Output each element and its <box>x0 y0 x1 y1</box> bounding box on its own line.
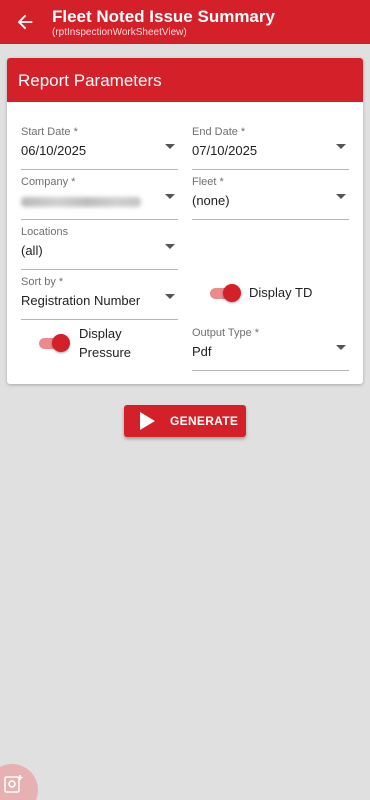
start-date-value: 06/10/2025 <box>21 143 87 158</box>
display-pressure-label-line1: Display <box>79 326 122 341</box>
company-select[interactable]: Company * <box>21 176 178 220</box>
card-header: Report Parameters <box>7 58 363 102</box>
display-pressure-toggle[interactable] <box>39 333 71 353</box>
end-date-label: End Date * <box>192 126 246 138</box>
sort-by-value: Registration Number <box>21 293 141 308</box>
output-type-value: Pdf <box>192 344 212 359</box>
sort-by-select[interactable]: Sort by * Registration Number <box>21 276 178 320</box>
toggle-knob <box>52 334 70 352</box>
caret-down-icon <box>165 144 175 149</box>
display-td-toggle[interactable] <box>210 283 242 303</box>
caret-down-icon <box>165 294 175 299</box>
fleet-value: (none) <box>192 193 230 208</box>
caret-down-icon <box>165 244 175 249</box>
card-title: Report Parameters <box>18 71 162 90</box>
company-value-redacted <box>21 197 141 207</box>
start-date-label: Start Date * <box>21 126 78 138</box>
caret-down-icon <box>165 194 175 199</box>
start-date-field[interactable]: Start Date * 06/10/2025 <box>21 126 178 170</box>
locations-select[interactable]: Locations (all) <box>21 226 178 270</box>
page-title: Fleet Noted Issue Summary <box>52 7 275 26</box>
fleet-label: Fleet * <box>192 176 224 188</box>
company-label: Company * <box>21 176 76 188</box>
end-date-value: 07/10/2025 <box>192 143 258 158</box>
report-parameters-card: Report Parameters Start Date * 06/10/202… <box>7 58 363 384</box>
display-td-label: Display TD <box>249 285 313 300</box>
generate-button[interactable]: GENERATE <box>124 405 246 437</box>
camera-doc-fab[interactable] <box>0 764 38 800</box>
sort-by-label: Sort by * <box>21 276 64 288</box>
output-type-label: Output Type * <box>192 327 260 339</box>
fleet-select[interactable]: Fleet * (none) <box>192 176 349 220</box>
app-bar: Fleet Noted Issue Summary (rptInspection… <box>0 0 370 44</box>
display-pressure-label-line2: Pressure <box>79 345 132 360</box>
caret-down-icon <box>336 345 346 350</box>
end-date-field[interactable]: End Date * 07/10/2025 <box>192 126 349 170</box>
output-type-select[interactable]: Output Type * Pdf <box>192 327 349 371</box>
play-icon <box>140 412 155 430</box>
page-subtitle: (rptInspectionWorkSheetView) <box>52 27 187 38</box>
locations-label: Locations <box>21 226 69 238</box>
generate-label: GENERATE <box>170 414 239 428</box>
toggle-knob <box>223 284 241 302</box>
caret-down-icon <box>336 144 346 149</box>
camera-doc-icon <box>4 775 23 793</box>
caret-down-icon <box>336 194 346 199</box>
locations-value: (all) <box>21 243 43 258</box>
back-arrow-icon[interactable] <box>14 11 36 33</box>
